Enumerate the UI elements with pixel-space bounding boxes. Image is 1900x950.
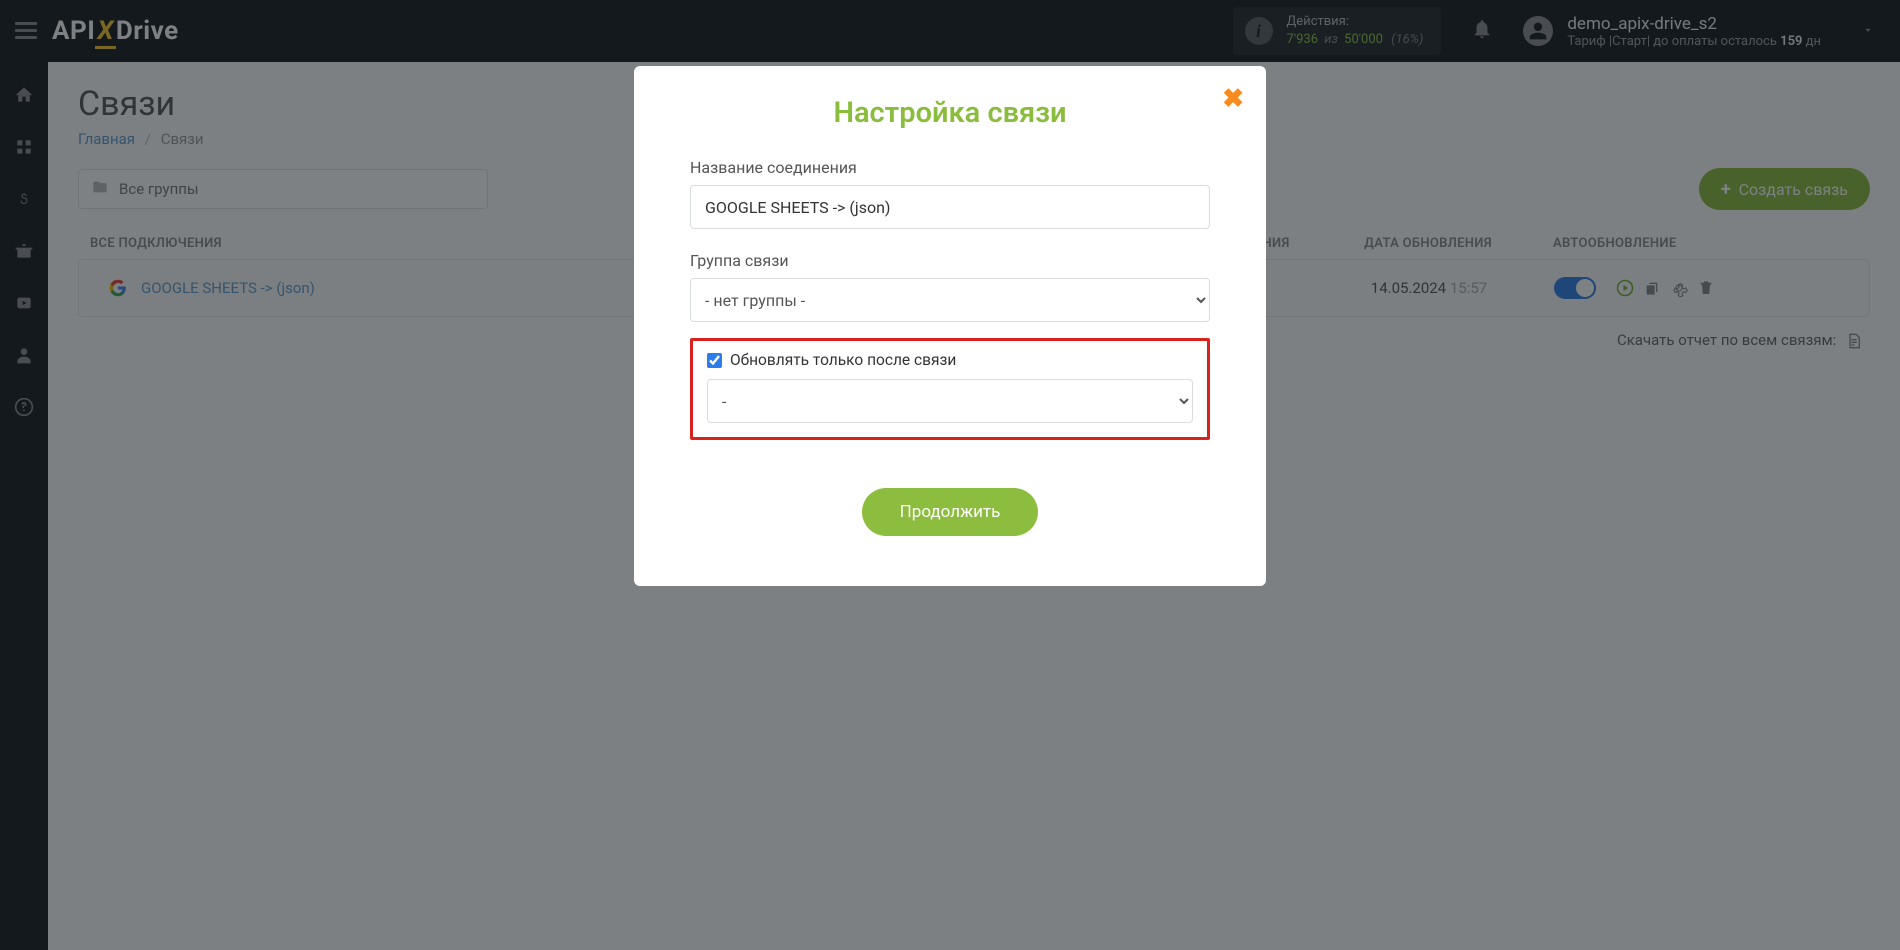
- connection-name-input[interactable]: [690, 185, 1210, 229]
- label-connection-name: Название соединения: [690, 158, 1210, 177]
- modal-title: Настройка связи: [634, 96, 1266, 130]
- continue-button[interactable]: Продолжить: [862, 488, 1039, 536]
- update-after-select[interactable]: -: [707, 379, 1193, 423]
- connection-group-select[interactable]: - нет группы -: [690, 278, 1210, 322]
- modal-overlay: ✖ Настройка связи Название соединения Гр…: [0, 0, 1900, 950]
- connection-settings-modal: ✖ Настройка связи Название соединения Гр…: [634, 66, 1266, 586]
- update-after-checkbox[interactable]: [707, 353, 722, 368]
- update-after-label: Обновлять только после связи: [730, 351, 956, 369]
- update-after-section: Обновлять только после связи -: [690, 338, 1210, 440]
- label-connection-group: Группа связи: [690, 251, 1210, 270]
- close-icon[interactable]: ✖: [1222, 84, 1244, 114]
